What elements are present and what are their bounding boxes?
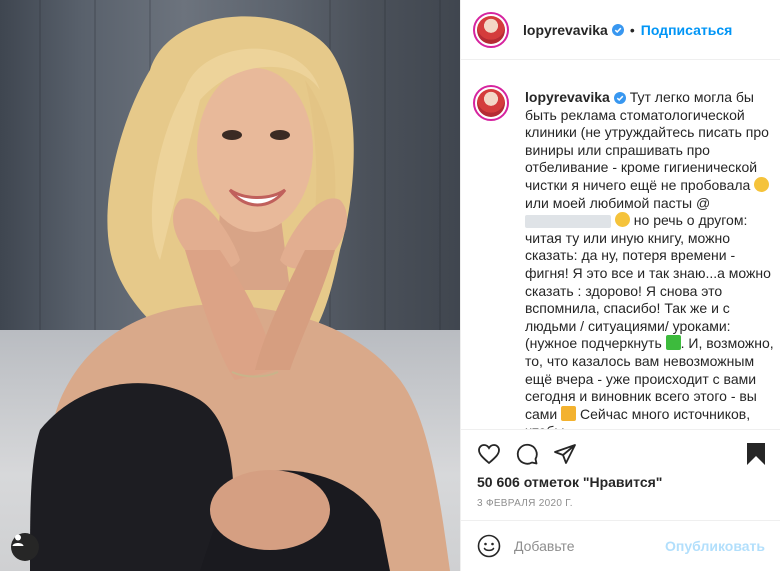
user-tag-icon[interactable] — [11, 533, 39, 561]
comments-area[interactable]: lopyrevavika Тут легко могла бы быть рек… — [461, 60, 780, 429]
grimace-emoji-icon — [754, 176, 770, 192]
verified-icon — [611, 23, 624, 36]
comment-input[interactable]: Добавьте — [514, 538, 575, 554]
comment-composer: Добавьте Опубликовать — [461, 520, 780, 571]
follow-button[interactable]: Подписаться — [641, 22, 733, 38]
author-avatar[interactable] — [473, 11, 509, 48]
post-caption: lopyrevavika Тут легко могла бы быть рек… — [525, 89, 775, 429]
sparkle-emoji-icon — [561, 405, 577, 421]
caption-username[interactable]: lopyrevavika — [525, 89, 610, 105]
caption-avatar[interactable] — [473, 85, 509, 121]
instagram-post: lopyrevavika • Подписаться lopyrevavika … — [0, 0, 780, 571]
heart-icon[interactable] — [477, 442, 501, 466]
post-photo[interactable] — [0, 0, 460, 571]
post-date[interactable]: 3 ФЕВРАЛЯ 2020 Г. — [477, 498, 573, 509]
photo-illustration — [30, 0, 450, 571]
comment-icon[interactable] — [515, 442, 539, 466]
caption-text-2: или моей любимой пасты @ — [525, 194, 711, 211]
emoji-icon[interactable] — [477, 534, 501, 558]
post-actions: 50 606 отметок "Нравится" 3 ФЕВРАЛЯ 2020… — [461, 429, 780, 509]
header-separator: • — [629, 21, 635, 38]
post-header: lopyrevavika • Подписаться — [461, 0, 780, 60]
publish-button[interactable]: Опубликовать — [665, 538, 765, 554]
bookmark-icon[interactable] — [745, 442, 767, 466]
author-username[interactable]: lopyrevavika — [523, 22, 608, 38]
likes-count[interactable]: 50 606 отметок "Нравится" — [477, 474, 662, 490]
grin-emoji-icon — [614, 212, 630, 228]
caption-text-3: но речь о другом: читая ту или иную книг… — [525, 212, 771, 352]
post-sidebar: lopyrevavika • Подписаться lopyrevavika … — [460, 0, 780, 571]
verified-icon — [613, 92, 626, 105]
redacted-mention — [525, 214, 611, 228]
share-icon[interactable] — [553, 442, 577, 466]
check-mark-emoji-icon — [665, 335, 681, 351]
